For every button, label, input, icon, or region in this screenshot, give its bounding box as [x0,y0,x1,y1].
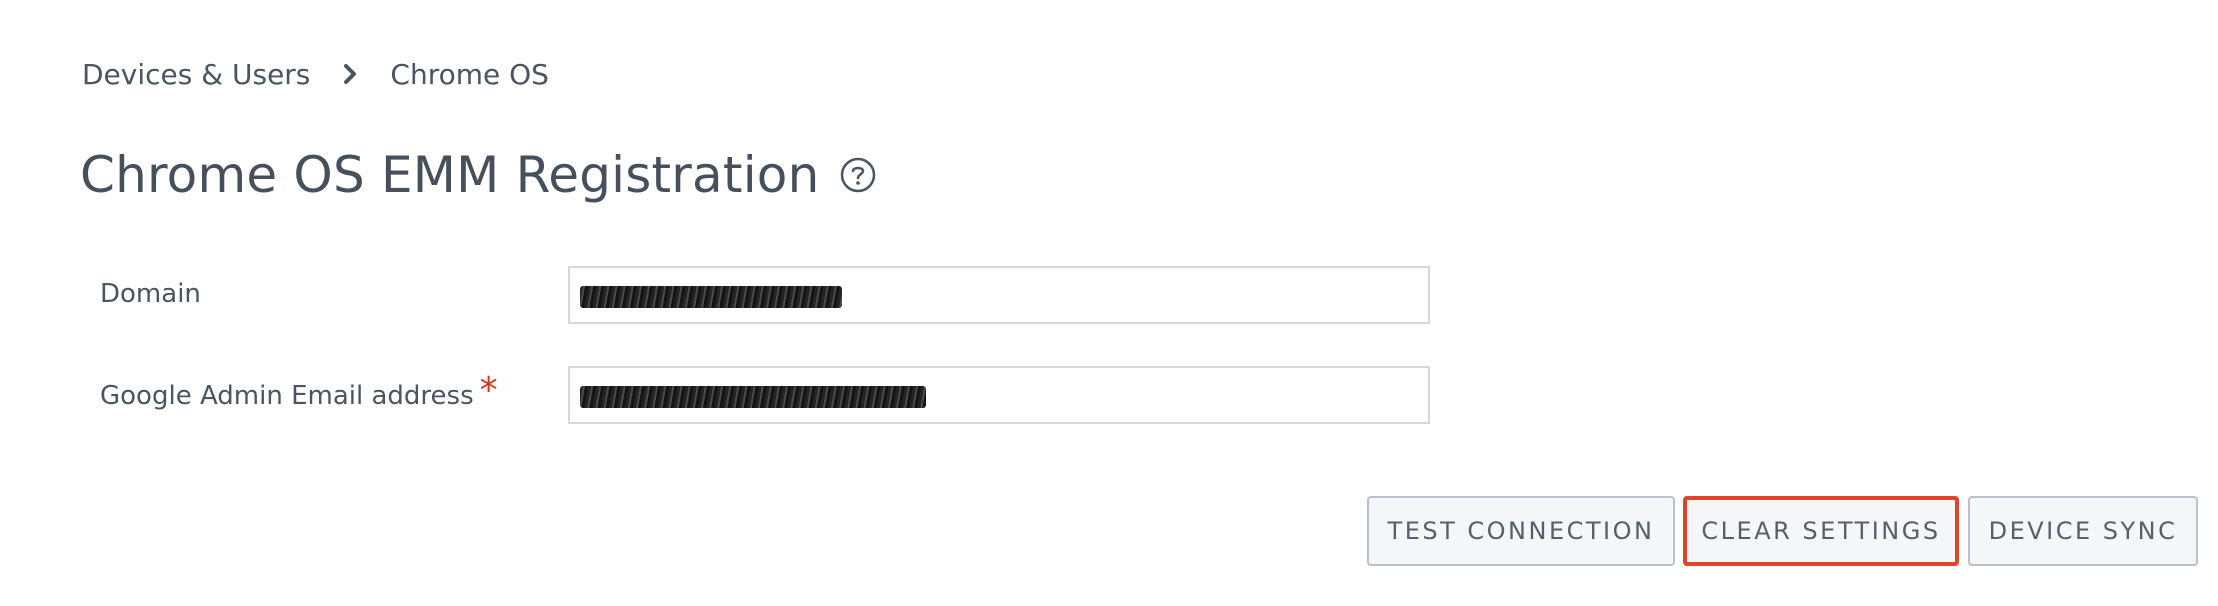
redacted-domain-value [580,286,842,308]
page-header: Chrome OS EMM Registration [80,140,877,210]
domain-label-text: Domain [100,279,201,309]
device-sync-button[interactable]: DEVICE SYNC [1968,496,2198,566]
breadcrumb-item-chrome-os: Chrome OS [390,57,549,91]
chevron-right-icon [310,52,390,96]
admin-email-label-text: Google Admin Email address [100,381,474,411]
redacted-admin-email-value [580,386,926,408]
breadcrumb: Devices & Users Chrome OS [82,52,549,96]
page-title: Chrome OS EMM Registration [80,146,820,204]
test-connection-button[interactable]: TEST CONNECTION [1367,496,1675,566]
clear-settings-button[interactable]: CLEAR SETTINGS [1683,496,1959,566]
domain-label: Domain [100,276,201,312]
required-asterisk: * [479,369,498,411]
breadcrumb-item-devices-users[interactable]: Devices & Users [82,58,310,91]
admin-email-label: Google Admin Email address * [100,370,498,416]
question-circle-icon[interactable] [839,156,877,194]
